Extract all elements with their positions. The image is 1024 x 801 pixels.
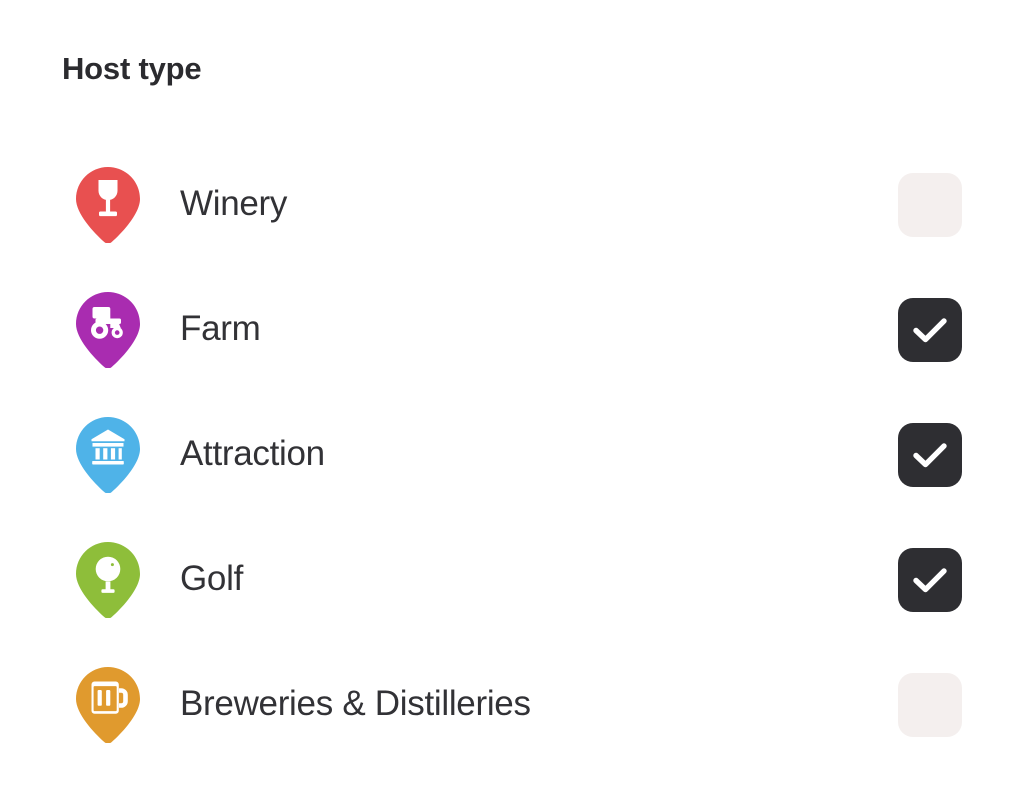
check-cell (862, 672, 962, 737)
list-item-label: Breweries & Distilleries (180, 684, 531, 724)
tractor-pin-icon (76, 291, 140, 368)
list-item-label: Golf (180, 559, 243, 599)
check-cell (862, 422, 962, 487)
pin-cell (62, 291, 180, 368)
list-item[interactable]: Attraction (62, 392, 962, 517)
list-item[interactable]: Farm (62, 267, 962, 392)
list-item[interactable]: Golf (62, 517, 962, 642)
wine-glass-pin-icon (76, 166, 140, 243)
check-cell (862, 547, 962, 612)
checkbox-winery[interactable] (898, 172, 962, 237)
pin-cell (62, 541, 180, 618)
list-item[interactable]: Breweries & Distilleries (62, 642, 962, 767)
checkbox-breweries-distilleries[interactable] (898, 672, 962, 737)
host-type-list: Winery Farm Attraction Golf Breweries & … (62, 142, 962, 767)
list-item-label: Farm (180, 309, 261, 349)
checkbox-farm[interactable] (898, 297, 962, 362)
beer-mug-pin-icon (76, 666, 140, 743)
list-item[interactable]: Winery (62, 142, 962, 267)
pin-cell (62, 416, 180, 493)
museum-pin-icon (76, 416, 140, 493)
checkmark-icon (913, 567, 947, 592)
list-item-label: Attraction (180, 434, 325, 474)
golf-ball-tee-pin-icon (76, 541, 140, 618)
host-type-filter-panel: Host type Winery Farm Attraction Golf Br… (0, 0, 1024, 801)
pin-cell (62, 166, 180, 243)
check-cell (862, 172, 962, 237)
checkbox-golf[interactable] (898, 547, 962, 612)
check-cell (862, 297, 962, 362)
page-title: Host type (62, 51, 202, 86)
pin-cell (62, 666, 180, 743)
checkmark-icon (913, 442, 947, 467)
list-item-label: Winery (180, 184, 288, 224)
checkbox-attraction[interactable] (898, 422, 962, 487)
checkmark-icon (913, 317, 947, 342)
